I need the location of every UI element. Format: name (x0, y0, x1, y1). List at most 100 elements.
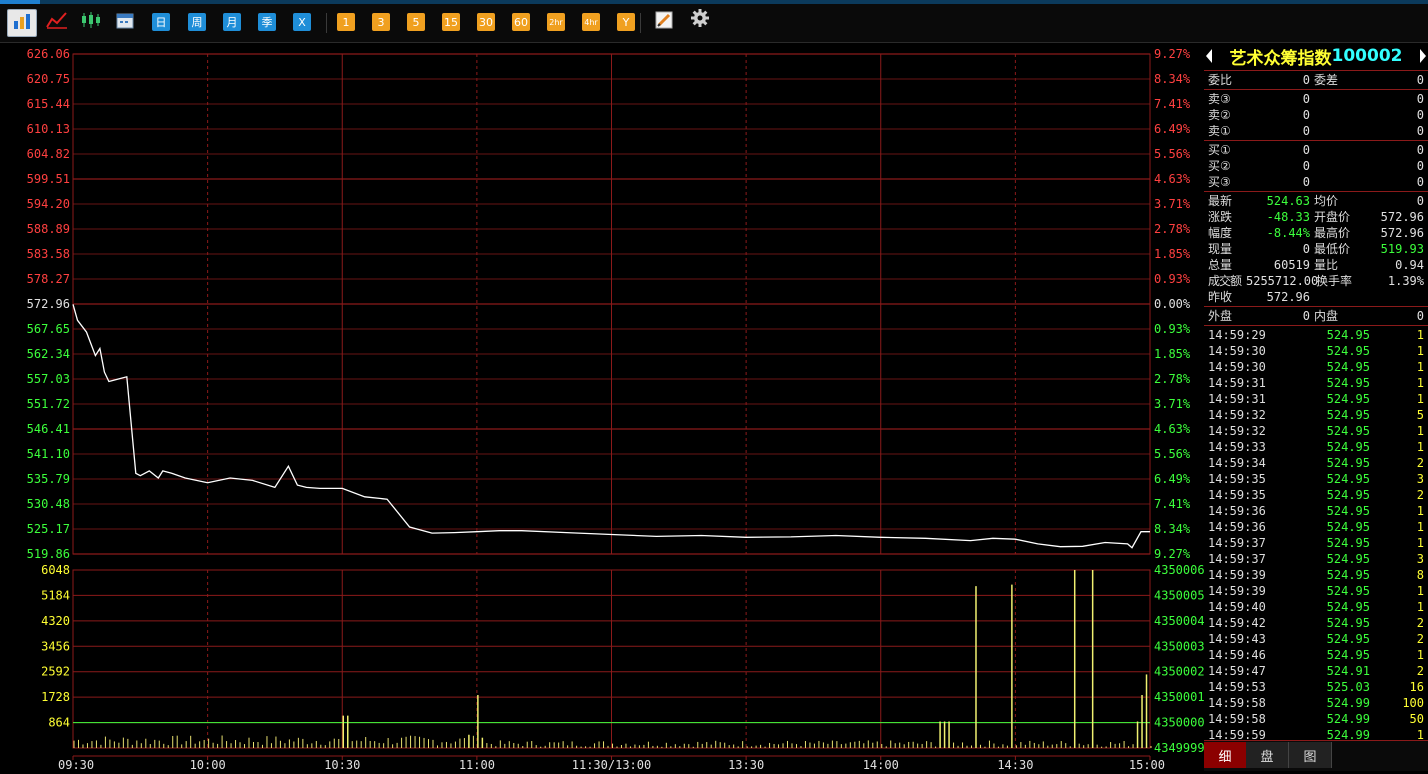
buy-level-label2 (1310, 142, 1366, 158)
toolbar-calendar-button[interactable] (116, 12, 134, 32)
quote-stats: 最新 524.63 均价 0 涨跌 -48.33 开盘价 572.96 幅度 -8.44% 最高价 5… (1204, 191, 1428, 306)
period-button-Y[interactable]: Y (617, 12, 635, 32)
tick-volume: 3 (1416, 552, 1424, 566)
toolbar-separator (326, 13, 327, 33)
panel-tab-1[interactable]: 盘 (1246, 742, 1289, 768)
tick-row: 14:59:58 524.99 50 (1204, 711, 1428, 727)
buy-level-label: 买① (1208, 143, 1231, 157)
tick-volume: 1 (1416, 584, 1424, 598)
quote-row-value: -48.33 (1266, 210, 1310, 224)
price-axis-label: 525.17 (27, 522, 70, 536)
inner-value: 0 (1416, 309, 1424, 323)
time-axis-label: 10:00 (190, 758, 226, 770)
tick-row: 14:59:42 524.95 2 (1204, 615, 1428, 631)
sell-level-value: 0 (1302, 92, 1310, 106)
volume-right-axis-label: 4350001 (1154, 690, 1204, 704)
next-instrument-icon[interactable] (1420, 49, 1426, 63)
tick-volume: 1 (1416, 520, 1424, 534)
quote-row: 涨跌 -48.33 开盘价 572.96 (1204, 209, 1428, 225)
prev-instrument-icon[interactable] (1206, 49, 1212, 63)
period-button-季[interactable]: 季 (258, 12, 276, 32)
sell-level-label: 卖③ (1208, 92, 1231, 106)
period-button-60[interactable]: 60 (512, 12, 530, 32)
period-button-周[interactable]: 周 (188, 12, 206, 32)
time-axis-label: 11:00 (459, 758, 495, 770)
percent-axis-label: 8.34% (1154, 522, 1191, 536)
tick-time: 14:59:59 (1208, 728, 1266, 740)
tick-volume: 1 (1416, 424, 1424, 438)
tick-price: 524.95 (1326, 584, 1370, 598)
panel-tab-0[interactable]: 细 (1204, 742, 1246, 768)
buy-level-label: 买② (1208, 159, 1231, 173)
price-axis-label: 557.03 (27, 372, 70, 386)
volume-right-axis-label: 4350000 (1154, 716, 1204, 730)
price-axis-label: 620.75 (27, 72, 70, 86)
buy-level: 买② 0 0 (1204, 158, 1428, 174)
period-button-3[interactable]: 3 (372, 12, 390, 32)
tick-time: 14:59:34 (1208, 456, 1266, 470)
sell-level-value2: 0 (1416, 108, 1424, 122)
tick-volume: 1 (1416, 376, 1424, 390)
tick-time: 14:59:37 (1208, 536, 1266, 550)
percent-axis-label: 9.27% (1154, 547, 1191, 561)
tick-price: 524.99 (1326, 712, 1370, 726)
percent-axis-label: 5.56% (1154, 447, 1191, 461)
quote-row-value: -8.44% (1266, 226, 1310, 240)
period-button-15[interactable]: 15 (442, 12, 460, 32)
percent-axis-label: 1.85% (1154, 247, 1191, 261)
inner-label: 内盘 (1314, 309, 1339, 323)
tick-row: 14:59:33 524.95 1 (1204, 439, 1428, 455)
quote-row-value2: 1.39% (1387, 274, 1424, 288)
tick-price: 524.95 (1326, 600, 1370, 614)
tick-volume: 2 (1416, 488, 1424, 502)
quote-row-label: 涨跌 (1208, 210, 1233, 224)
tick-volume: 1 (1416, 504, 1424, 518)
quote-row-value2: 0 (1416, 194, 1424, 208)
toolbar-bar-chart-button[interactable] (7, 9, 37, 37)
period-button-5[interactable]: 5 (407, 12, 425, 32)
price-axis-label: 535.79 (27, 472, 70, 486)
tick-row: 14:59:47 524.91 2 (1204, 663, 1428, 679)
tick-time: 14:59:31 (1208, 392, 1266, 406)
chart-area[interactable]: 626.06 9.27% 620.75 8.34% 615.44 7.41% 610.13 6… (0, 42, 1205, 772)
tick-price: 524.95 (1326, 632, 1370, 646)
tick-time: 14:59:30 (1208, 344, 1266, 358)
period-button-4hr[interactable]: 4hr (582, 12, 600, 32)
instrument-header: 艺术众筹指数 100002 (1204, 42, 1428, 70)
percent-axis-label: 8.34% (1154, 72, 1191, 86)
tick-volume: 3 (1416, 472, 1424, 486)
tick-price: 525.03 (1326, 680, 1370, 694)
period-button-2hr[interactable]: 2hr (547, 12, 565, 32)
period-button-label: Y (617, 13, 635, 31)
buy-level-label: 买③ (1208, 175, 1231, 189)
tick-price: 524.95 (1326, 616, 1370, 630)
tick-price: 524.95 (1326, 488, 1370, 502)
period-button-X[interactable]: X (293, 12, 311, 32)
sell-level: 卖② 0 0 (1204, 107, 1428, 123)
price-axis-label: 626.06 (27, 47, 70, 61)
toolbar-gear-button[interactable] (690, 9, 710, 30)
panel-tab-2[interactable]: 图 (1289, 742, 1332, 768)
tick-list[interactable]: 14:59:29 524.95 1 14:59:30 524.95 1 14:59:30 52… (1204, 325, 1428, 740)
toolbar-pencil-draw-button[interactable] (655, 11, 673, 32)
toolbar-candlestick-button[interactable] (80, 12, 102, 32)
tick-row: 14:59:37 524.95 3 (1204, 551, 1428, 567)
period-button-30[interactable]: 30 (477, 12, 495, 32)
intraday-chart[interactable]: 626.06 9.27% 620.75 8.34% 615.44 7.41% 610.13 6… (0, 42, 1205, 772)
period-button-日[interactable]: 日 (152, 12, 170, 32)
tick-price: 524.95 (1326, 504, 1370, 518)
tick-price: 524.95 (1326, 424, 1370, 438)
volume-axis-label: 864 (48, 716, 70, 730)
period-button-label: 60 (512, 13, 530, 31)
toolbar-line-chart-button[interactable] (46, 12, 68, 32)
toolbar-separator (640, 13, 641, 33)
tick-row: 14:59:35 524.95 3 (1204, 471, 1428, 487)
period-button-1[interactable]: 1 (337, 12, 355, 32)
period-button-月[interactable]: 月 (223, 12, 241, 32)
time-axis-label: 10:30 (324, 758, 360, 770)
price-axis-label: 562.34 (27, 347, 70, 361)
quote-row: 最新 524.63 均价 0 (1204, 193, 1428, 209)
quote-row-value: 524.63 (1266, 194, 1310, 208)
quote-row-value: 5255712.00 (1246, 274, 1319, 288)
volume-right-axis-label: 4350002 (1154, 665, 1204, 679)
